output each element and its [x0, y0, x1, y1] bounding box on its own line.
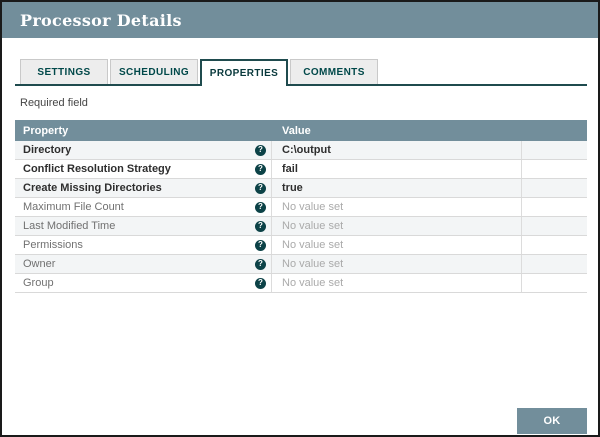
property-value: C:\output [282, 144, 331, 156]
property-name: Last Modified Time [23, 220, 116, 232]
table-row: Last Modified Time ? No value set [15, 217, 587, 236]
tab-settings-label: SETTINGS [37, 66, 91, 78]
property-name: Directory [23, 144, 72, 156]
table-row: Maximum File Count ? No value set [15, 198, 587, 217]
help-icon[interactable]: ? [255, 277, 266, 289]
dialog-title: Processor Details [20, 10, 182, 30]
tab-properties[interactable]: PROPERTIES [200, 59, 288, 86]
tab-properties-label: PROPERTIES [209, 68, 279, 79]
table-header-row: Property Value [15, 120, 587, 141]
property-name: Maximum File Count [23, 201, 124, 213]
help-icon[interactable]: ? [255, 201, 266, 213]
tab-scheduling[interactable]: SCHEDULING [110, 59, 198, 84]
property-value: fail [282, 163, 298, 175]
tab-comments[interactable]: COMMENTS [290, 59, 378, 84]
property-name: Create Missing Directories [23, 182, 162, 194]
property-value: No value set [282, 258, 344, 270]
help-icon[interactable]: ? [255, 144, 266, 156]
property-name: Conflict Resolution Strategy [23, 163, 171, 175]
column-header-value: Value [282, 124, 311, 137]
table-row: Permissions ? No value set [15, 236, 587, 255]
help-icon[interactable]: ? [255, 239, 266, 251]
property-value: No value set [282, 277, 344, 289]
table-row: Create Missing Directories ? true [15, 179, 587, 198]
help-icon[interactable]: ? [255, 182, 266, 194]
property-value: No value set [282, 239, 344, 251]
tab-comments-label: COMMENTS [303, 66, 365, 78]
properties-table: Property Value Directory ? C:\output Con… [15, 120, 587, 293]
tab-scheduling-label: SCHEDULING [118, 66, 190, 78]
ok-button[interactable]: OK [517, 408, 587, 434]
property-name: Permissions [23, 239, 83, 251]
help-icon[interactable]: ? [255, 163, 266, 175]
tab-strip: SETTINGS SCHEDULING PROPERTIES COMMENTS [15, 59, 587, 86]
table-row: Owner ? No value set [15, 255, 587, 274]
dialog-titlebar: Processor Details [2, 2, 598, 38]
property-name: Owner [23, 258, 56, 270]
processor-details-dialog: Processor Details SETTINGS SCHEDULING PR… [0, 0, 600, 437]
table-row: Conflict Resolution Strategy ? fail [15, 160, 587, 179]
table-row: Directory ? C:\output [15, 141, 587, 160]
property-name: Group [23, 277, 54, 289]
required-field-note: Required field [20, 97, 88, 109]
help-icon[interactable]: ? [255, 258, 266, 270]
table-row: Group ? No value set [15, 274, 587, 293]
tab-settings[interactable]: SETTINGS [20, 59, 108, 84]
column-header-property: Property [23, 124, 69, 137]
help-icon[interactable]: ? [255, 220, 266, 232]
property-value: No value set [282, 201, 344, 213]
property-value: No value set [282, 220, 344, 232]
property-value: true [282, 182, 303, 194]
